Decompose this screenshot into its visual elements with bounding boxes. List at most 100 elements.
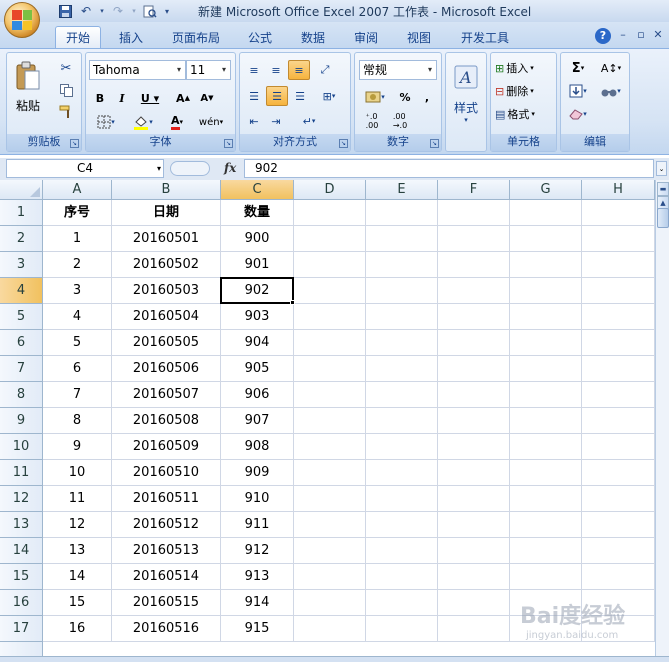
save-icon[interactable] xyxy=(56,3,74,19)
cell-h1[interactable] xyxy=(582,200,655,226)
increase-decimal-icon[interactable]: ⁺.0.00 xyxy=(359,111,385,131)
cell-g3[interactable] xyxy=(510,252,582,278)
row-header-15[interactable]: 15 xyxy=(0,564,43,590)
cell-h5[interactable] xyxy=(582,304,655,330)
split-box-icon[interactable]: ▬ xyxy=(657,182,669,196)
cell-f15[interactable] xyxy=(438,564,510,590)
qat-customize-icon[interactable]: ▾ xyxy=(162,3,172,19)
cell-g13[interactable] xyxy=(510,512,582,538)
cell-e17[interactable] xyxy=(366,616,438,642)
column-header-e[interactable]: E xyxy=(366,180,438,200)
sort-filter-icon[interactable]: A↕ ▾ xyxy=(595,58,627,78)
cell-h13[interactable] xyxy=(582,512,655,538)
cell-e16[interactable] xyxy=(366,590,438,616)
decrease-indent-icon[interactable]: ⇤ xyxy=(244,111,264,131)
cell-e11[interactable] xyxy=(366,460,438,486)
cell-g6[interactable] xyxy=(510,330,582,356)
alignment-launcher-icon[interactable]: ↘ xyxy=(339,139,348,148)
formula-bar-resize-handle[interactable] xyxy=(170,161,210,176)
column-header-d[interactable]: D xyxy=(294,180,366,200)
cell-b12[interactable]: 20160511 xyxy=(112,486,221,512)
cell-h17[interactable] xyxy=(582,616,655,642)
cell-h14[interactable] xyxy=(582,538,655,564)
row-header-11[interactable]: 11 xyxy=(0,460,43,486)
row-header-16[interactable]: 16 xyxy=(0,590,43,616)
cell-d7[interactable] xyxy=(294,356,366,382)
cell-d11[interactable] xyxy=(294,460,366,486)
cell-b1[interactable]: 日期 xyxy=(112,200,221,226)
cell-a17[interactable]: 16 xyxy=(43,616,112,642)
row-header-10[interactable]: 10 xyxy=(0,434,43,460)
clipboard-launcher-icon[interactable]: ↘ xyxy=(70,139,79,148)
cell-d5[interactable] xyxy=(294,304,366,330)
cell-a9[interactable]: 8 xyxy=(43,408,112,434)
cell-e15[interactable] xyxy=(366,564,438,590)
cell-g9[interactable] xyxy=(510,408,582,434)
restore-icon[interactable]: ▫ xyxy=(633,27,649,43)
cell-f9[interactable] xyxy=(438,408,510,434)
cell-f7[interactable] xyxy=(438,356,510,382)
cell-e8[interactable] xyxy=(366,382,438,408)
font-launcher-icon[interactable]: ↘ xyxy=(224,139,233,148)
shrink-font-icon[interactable]: A ▼ xyxy=(196,89,218,107)
worksheet-grid[interactable]: ABCDEFGH 1 2 3 4 5 6 7 8 9 10 11 12 13 14 15 16 17 序号 日期数… xyxy=(0,180,655,662)
cell-b14[interactable]: 20160513 xyxy=(112,538,221,564)
cell-b4[interactable]: 20160503 xyxy=(112,278,221,304)
cell-g10[interactable] xyxy=(510,434,582,460)
phonetic-guide-icon[interactable]: wén ▾ xyxy=(196,113,226,131)
orientation-icon[interactable]: ⤢ xyxy=(314,60,336,80)
font-color-icon[interactable]: A ▾ xyxy=(162,113,192,131)
cell-b2[interactable]: 20160501 xyxy=(112,226,221,252)
cell-d9[interactable] xyxy=(294,408,366,434)
tab-review[interactable]: 审阅 xyxy=(346,26,386,48)
cell-e4[interactable] xyxy=(366,278,438,304)
cell-h7[interactable] xyxy=(582,356,655,382)
cell-b3[interactable]: 20160502 xyxy=(112,252,221,278)
italic-button[interactable]: I xyxy=(113,89,131,107)
tab-home[interactable]: 开始 xyxy=(55,26,101,48)
cell-g14[interactable] xyxy=(510,538,582,564)
column-header-a[interactable]: A xyxy=(43,180,112,200)
font-name-select[interactable]: Tahoma ▾ xyxy=(89,60,186,80)
cell-a13[interactable]: 12 xyxy=(43,512,112,538)
cell-g1[interactable] xyxy=(510,200,582,226)
cell-f5[interactable] xyxy=(438,304,510,330)
cell-a2[interactable]: 1 xyxy=(43,226,112,252)
cell-h4[interactable] xyxy=(582,278,655,304)
delete-cells-button[interactable]: ⊟ 删除 ▾ xyxy=(494,81,554,101)
cell-e12[interactable] xyxy=(366,486,438,512)
cell-b5[interactable]: 20160504 xyxy=(112,304,221,330)
tab-data[interactable]: 数据 xyxy=(293,26,333,48)
row-header-1[interactable]: 1 xyxy=(0,200,43,226)
cell-b11[interactable]: 20160510 xyxy=(112,460,221,486)
cell-h3[interactable] xyxy=(582,252,655,278)
find-select-icon[interactable]: ▾ xyxy=(595,81,627,101)
redo-icon[interactable]: ↷ xyxy=(109,3,127,19)
cell-d6[interactable] xyxy=(294,330,366,356)
undo-icon[interactable]: ↶ xyxy=(77,3,95,19)
decrease-decimal-icon[interactable]: .00 →.0 xyxy=(387,111,413,131)
grow-font-icon[interactable]: A ▲ xyxy=(172,89,194,107)
tab-insert[interactable]: 插入 xyxy=(110,26,152,48)
cell-c1[interactable]: 数量 xyxy=(221,200,294,226)
cut-icon[interactable]: ✂ xyxy=(57,59,75,77)
cell-g2[interactable] xyxy=(510,226,582,252)
cell-g16[interactable] xyxy=(510,590,582,616)
cell-g11[interactable] xyxy=(510,460,582,486)
fill-handle[interactable] xyxy=(290,300,295,305)
bold-button[interactable]: B xyxy=(91,89,109,107)
cell-c15[interactable]: 913 xyxy=(221,564,294,590)
cell-d8[interactable] xyxy=(294,382,366,408)
increase-indent-icon[interactable]: ⇥ xyxy=(266,111,286,131)
format-painter-icon[interactable] xyxy=(57,103,75,121)
cell-d4[interactable] xyxy=(294,278,366,304)
merge-center-icon[interactable]: ⊞ ▾ xyxy=(314,86,344,106)
cell-g5[interactable] xyxy=(510,304,582,330)
clear-icon[interactable]: ▾ xyxy=(564,104,592,124)
office-button[interactable] xyxy=(4,2,40,38)
cell-c3[interactable]: 901 xyxy=(221,252,294,278)
font-size-select[interactable]: 11 ▾ xyxy=(186,60,231,80)
cell-c8[interactable]: 906 xyxy=(221,382,294,408)
cell-a8[interactable]: 7 xyxy=(43,382,112,408)
cell-b16[interactable]: 20160515 xyxy=(112,590,221,616)
